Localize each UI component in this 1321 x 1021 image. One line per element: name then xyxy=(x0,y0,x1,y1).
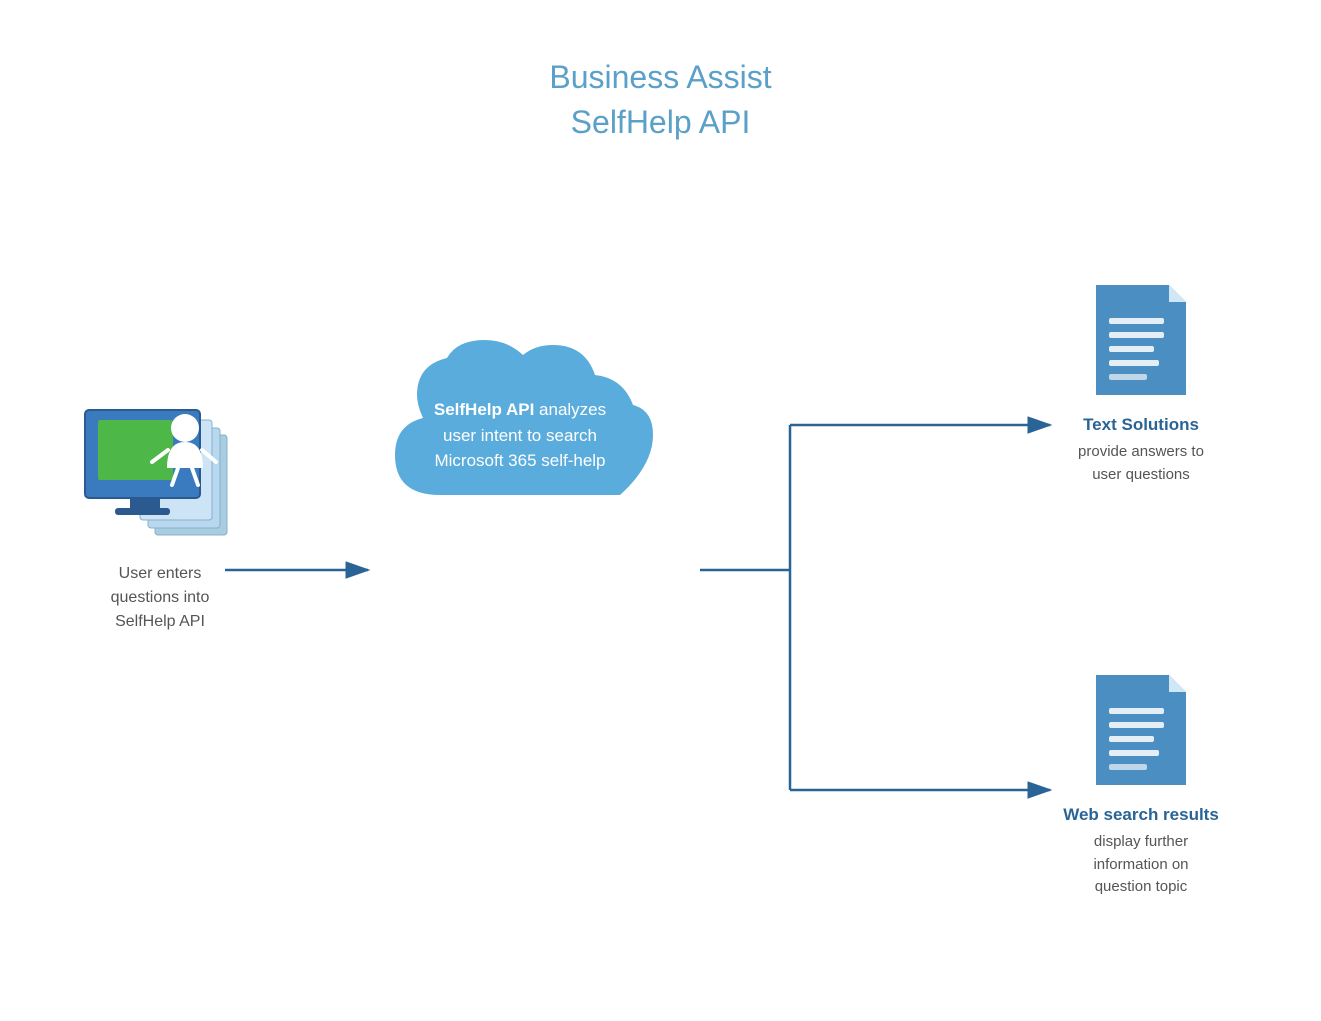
text-solutions-doc-icon xyxy=(1091,280,1191,400)
user-icon xyxy=(80,390,240,550)
text-solutions-title: Text Solutions xyxy=(1041,415,1241,435)
text-solutions-desc-line1: provide answers to xyxy=(1078,443,1204,460)
title-line1: Business Assist xyxy=(549,59,771,95)
web-search-doc-icon xyxy=(1091,670,1191,790)
user-label-line3: SelfHelp API xyxy=(115,613,205,630)
web-search-desc-line1: display further xyxy=(1094,833,1188,850)
text-solutions-desc-line2: user questions xyxy=(1092,466,1190,483)
web-search-desc-line2: information on xyxy=(1093,856,1188,873)
web-search-desc-line3: question topic xyxy=(1095,878,1188,895)
title-line2: SelfHelp API xyxy=(571,104,751,140)
user-label: User enters questions into SelfHelp API xyxy=(60,562,260,634)
diagram-area: User enters questions into SelfHelp API … xyxy=(0,180,1321,1021)
web-search-title: Web search results xyxy=(1041,805,1241,825)
user-label-line1: User enters xyxy=(119,565,202,582)
cloud-label: SelfHelp API analyzesuser intent to sear… xyxy=(420,397,620,474)
web-search-section: Web search results display further infor… xyxy=(1041,670,1241,899)
text-solutions-section: Text Solutions provide answers to user q… xyxy=(1041,280,1241,486)
web-search-desc: display further information on question … xyxy=(1041,831,1241,899)
user-label-line2: questions into xyxy=(111,589,210,606)
user-section: User enters questions into SelfHelp API xyxy=(60,390,260,634)
text-solutions-desc: provide answers to user questions xyxy=(1041,441,1241,486)
cloud-section: SelfHelp API analyzesuser intent to sear… xyxy=(370,330,670,540)
cloud-icon: SelfHelp API analyzesuser intent to sear… xyxy=(375,330,665,540)
page-title: Business Assist SelfHelp API xyxy=(0,0,1321,145)
